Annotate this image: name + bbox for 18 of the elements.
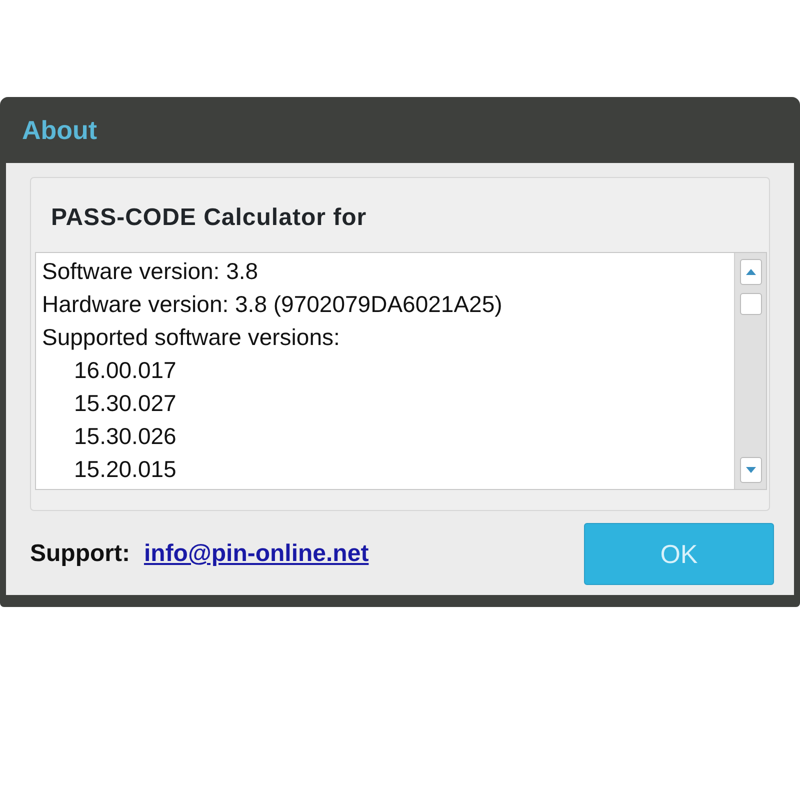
scrollbar[interactable] (734, 253, 766, 489)
up-arrow-icon (746, 269, 756, 275)
heading: PASS-CODE Calculator for (50, 203, 368, 233)
info-line: 16.00.017 (74, 356, 178, 385)
info-line: 15.20.015 (74, 455, 178, 484)
info-text-box[interactable]: Software version: 3.8 Hardware version: 3.8 (9702079DA6021A25) Supported software versions: 16.00.017 15.30.027 15.30.026 15.20.015 (35, 252, 767, 490)
info-line: Supported software versions: (42, 323, 341, 352)
info-line: 15.30.026 (74, 422, 178, 451)
info-line: Software version: 3.8 (42, 257, 260, 286)
scroll-thumb[interactable] (740, 293, 762, 315)
down-arrow-icon (746, 467, 756, 473)
scroll-down-button[interactable] (740, 457, 762, 483)
support-label: Support: (30, 539, 130, 569)
window-title: About (22, 114, 98, 146)
info-line: Hardware version: 3.8 (9702079DA6021A25) (42, 290, 504, 319)
info-line: 15.30.027 (74, 389, 178, 418)
support-email-link[interactable]: info@pin-online.net (144, 536, 369, 572)
scroll-up-button[interactable] (740, 259, 762, 285)
